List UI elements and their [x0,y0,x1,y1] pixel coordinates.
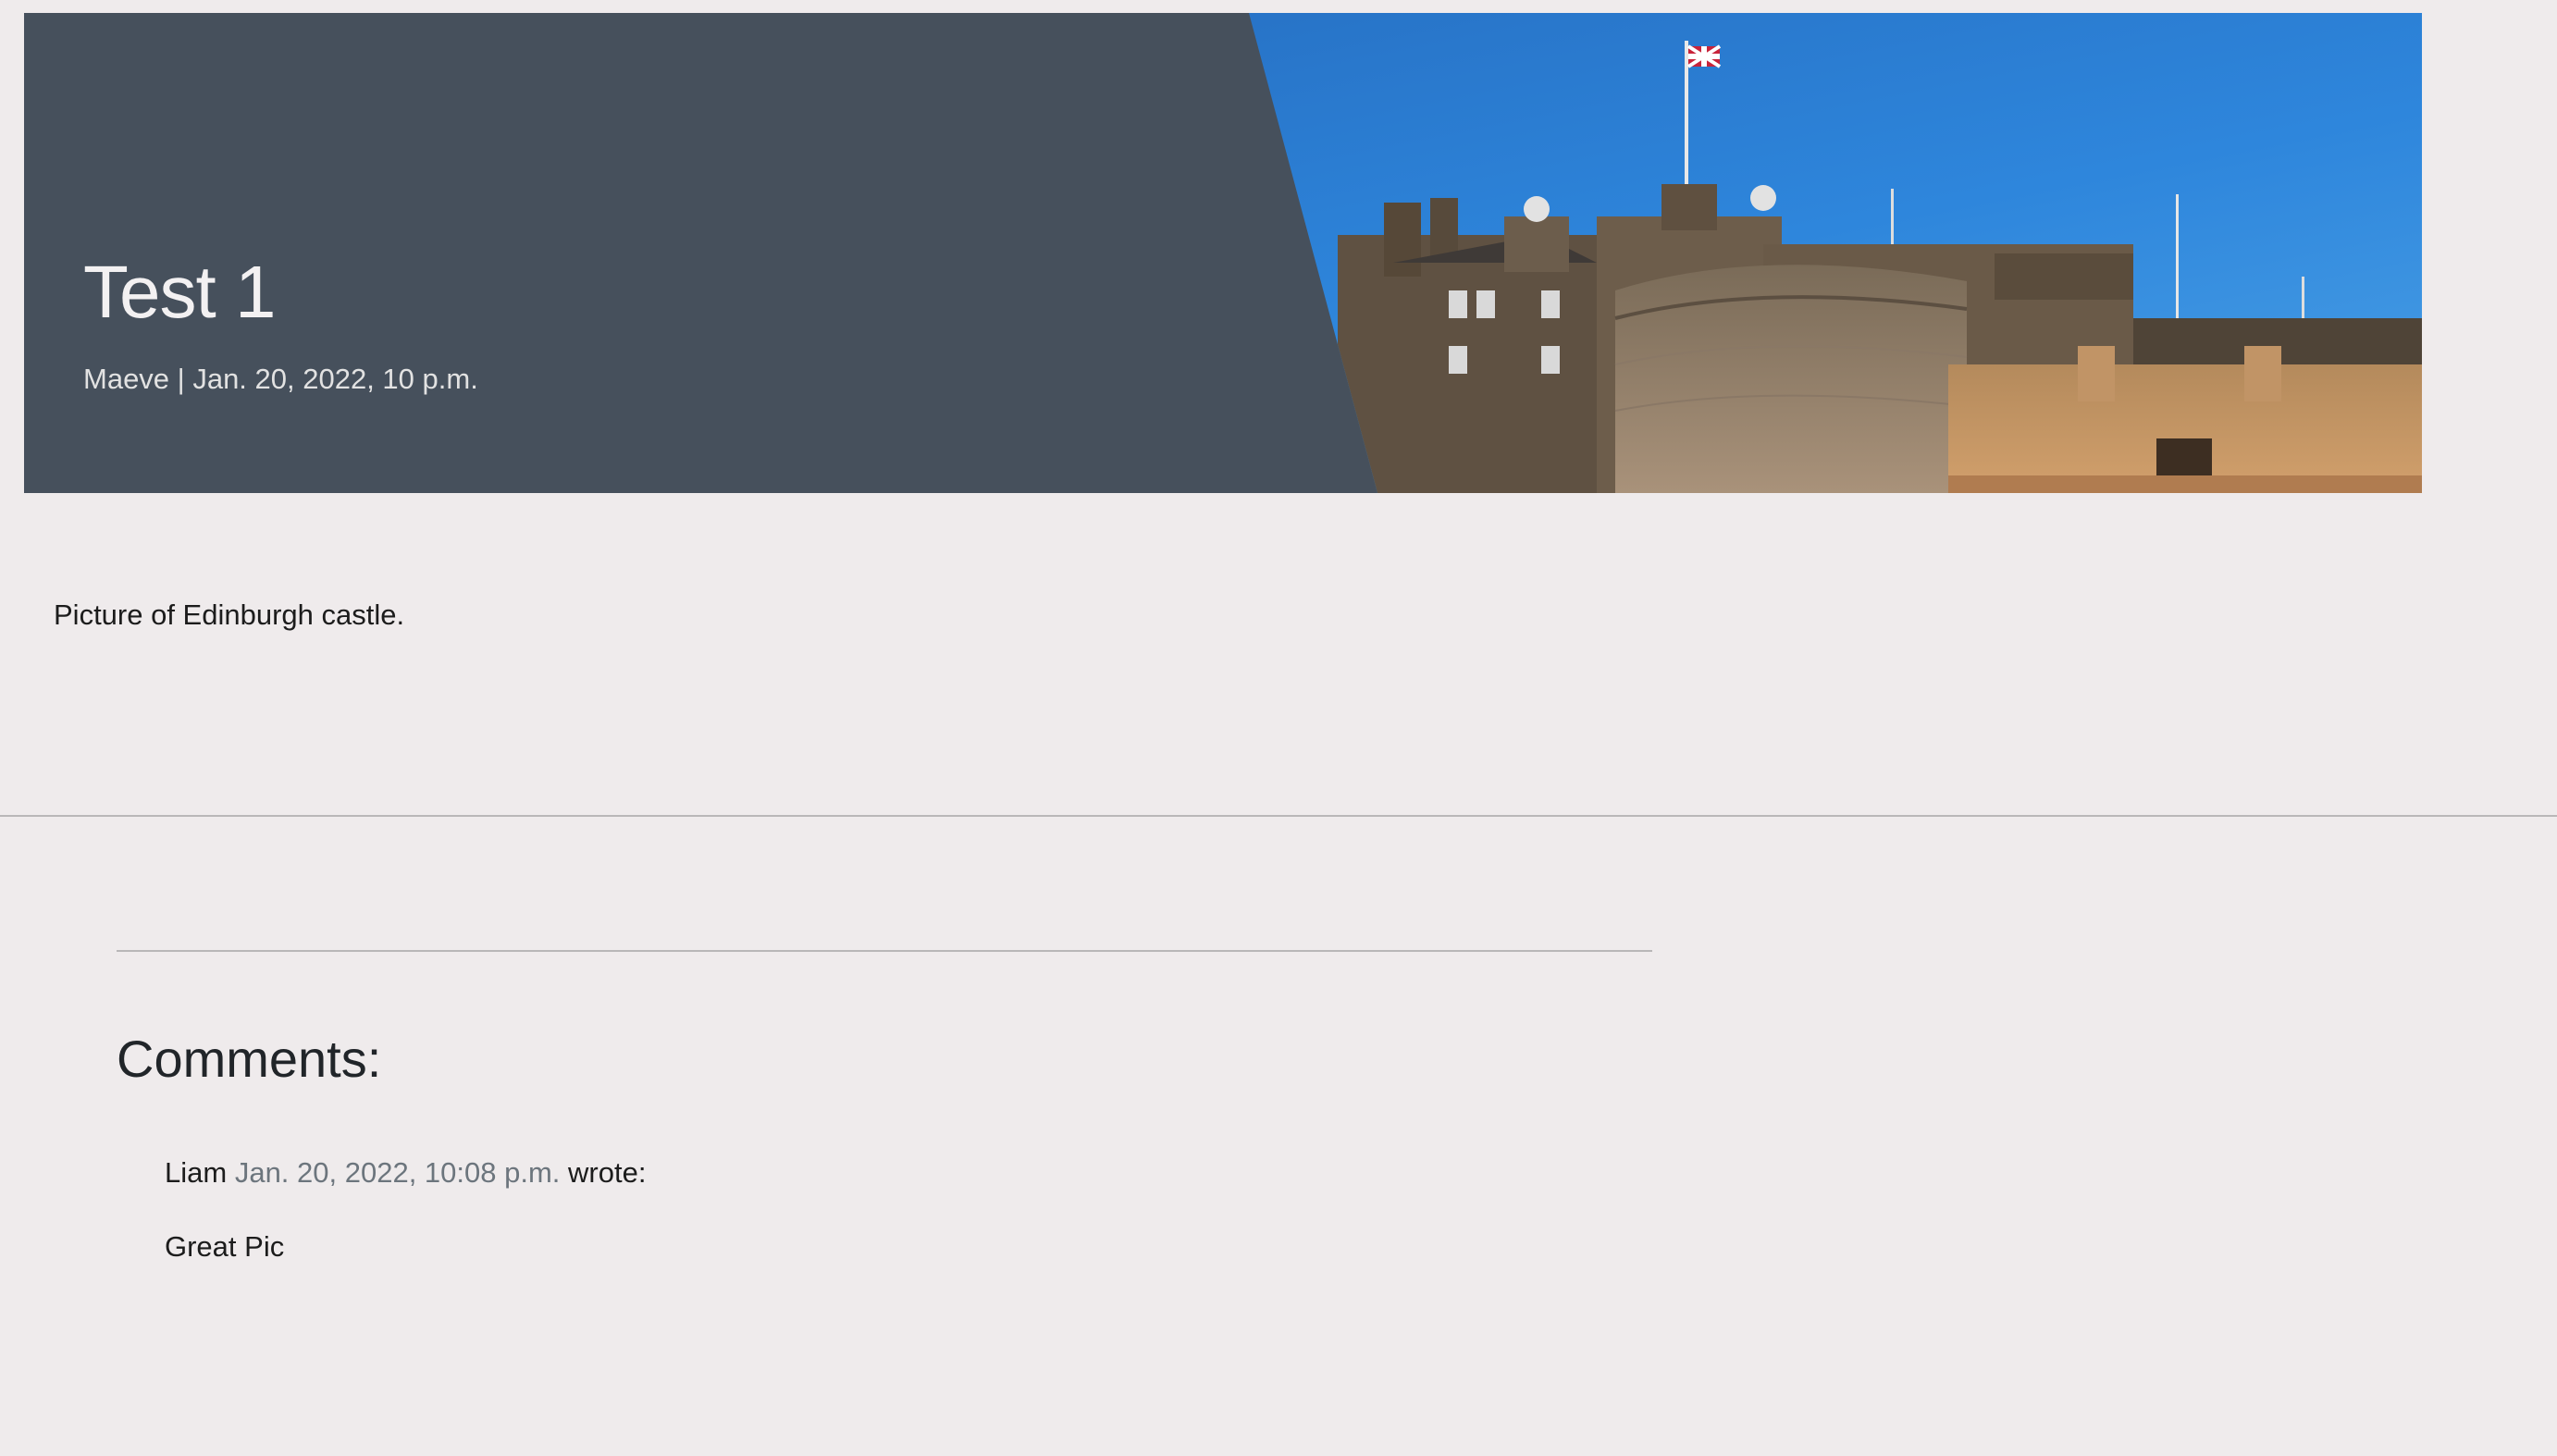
post-hero: Test 1 Maeve | Jan. 20, 2022, 10 p.m. [24,13,2422,493]
post-hero-image [24,13,2422,493]
post-body: Picture of Edinburgh castle. [54,598,405,631]
post-title: Test 1 [83,251,276,333]
section-divider [0,815,2557,817]
comment-author: Liam [165,1156,228,1189]
post-meta: Maeve | Jan. 20, 2022, 10 p.m. [83,363,478,395]
comment-date: Jan. 20, 2022, 10:08 p.m. [234,1156,561,1189]
comment-wrote-label: wrote: [568,1156,647,1189]
post-header: Test 1 Maeve | Jan. 20, 2022, 10 p.m. [83,255,478,396]
comments-heading: Comments: [117,1030,382,1088]
comment-header: Liam Jan. 20, 2022, 10:08 p.m. wrote: [165,1156,646,1190]
comments-divider [117,950,1652,952]
comment: Liam Jan. 20, 2022, 10:08 p.m. wrote: Gr… [165,1156,646,1264]
comment-text: Great Pic [165,1230,285,1263]
